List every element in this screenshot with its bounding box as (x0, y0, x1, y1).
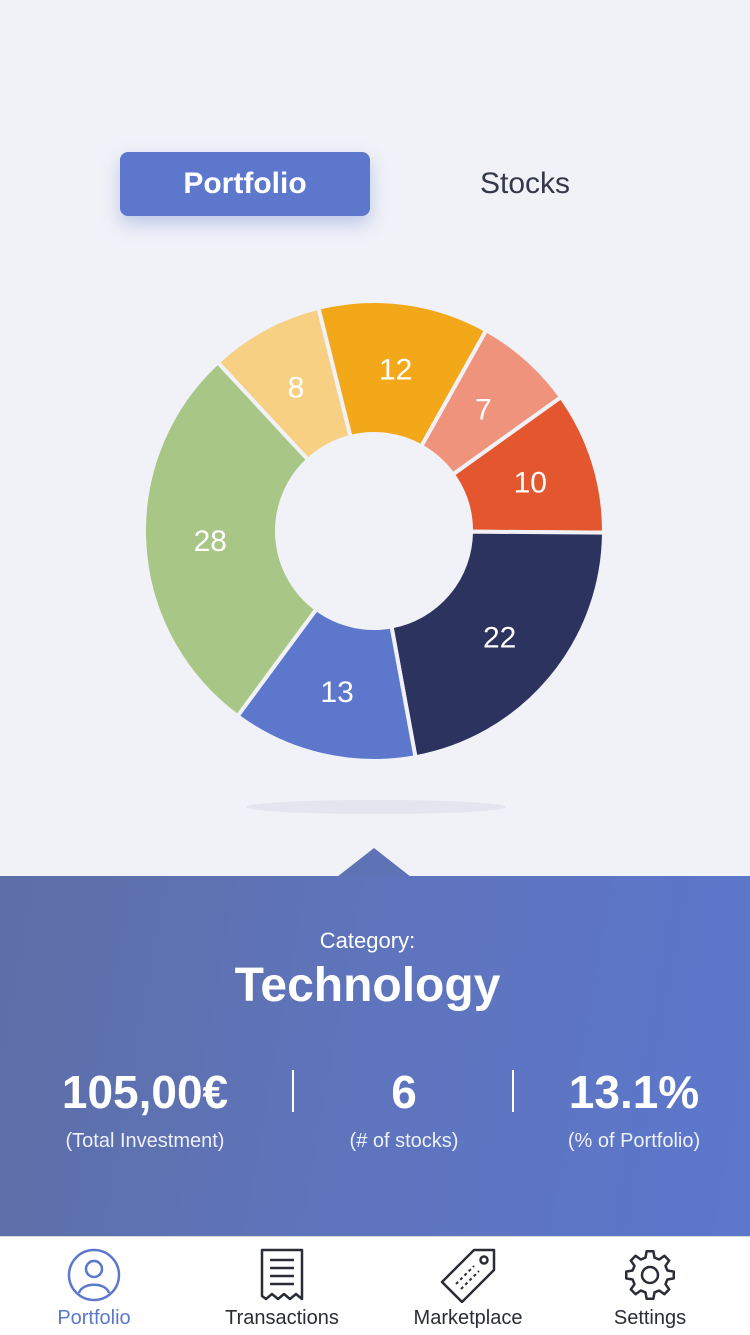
stat-portfolio-percent: 13.1% (% of Portfolio) (519, 1066, 749, 1153)
stat-caption: (# of stocks) (349, 1130, 459, 1152)
tag-icon (440, 1248, 496, 1303)
tabbar-item-portfolio[interactable]: Portfolio (0, 1237, 188, 1335)
category-label: Category: (319, 928, 416, 953)
tabbar-label: Settings (613, 1307, 687, 1329)
tabbar-label: Transactions (225, 1307, 339, 1329)
donut-slice-label: 28 (194, 525, 227, 558)
bottom-tab-bar: Portfolio Transactions Marketplace Setti… (0, 1236, 750, 1335)
tabbar-item-settings[interactable]: Settings (556, 1237, 744, 1335)
stat-value: 6 (391, 1066, 417, 1118)
stat-value: 105,00€ (61, 1066, 229, 1118)
category-name: Technology (234, 959, 501, 1012)
stat-caption: (Total Investment) (65, 1130, 225, 1152)
stat-stock-count: 6 (# of stocks) (289, 1066, 519, 1153)
chart-shadow (246, 800, 506, 814)
receipt-icon (260, 1248, 304, 1301)
tabbar-item-marketplace[interactable]: Marketplace (374, 1237, 562, 1335)
tabbar-label: Portfolio (57, 1307, 131, 1329)
tabbar-label: Marketplace (413, 1307, 523, 1329)
portfolio-donut-chart: 12 7 10 22 13 28 8 (142, 299, 606, 763)
stat-divider (512, 1070, 514, 1112)
donut-slice-label: 13 (320, 676, 353, 709)
stat-caption: (% of Portfolio) (567, 1130, 701, 1152)
stat-value: 13.1% (568, 1066, 700, 1118)
donut-slice-label: 8 (288, 372, 305, 405)
stat-total-investment: 105,00€ (Total Investment) (30, 1066, 260, 1153)
user-icon (67, 1248, 121, 1302)
panel-pointer (337, 848, 411, 877)
donut-slice-label: 10 (514, 466, 547, 499)
donut-slice-label: 22 (483, 621, 516, 654)
donut-slice-label: 7 (475, 394, 492, 427)
gear-icon (624, 1249, 676, 1301)
donut-slice-label: 12 (379, 353, 412, 386)
tabbar-item-transactions[interactable]: Transactions (188, 1237, 376, 1335)
